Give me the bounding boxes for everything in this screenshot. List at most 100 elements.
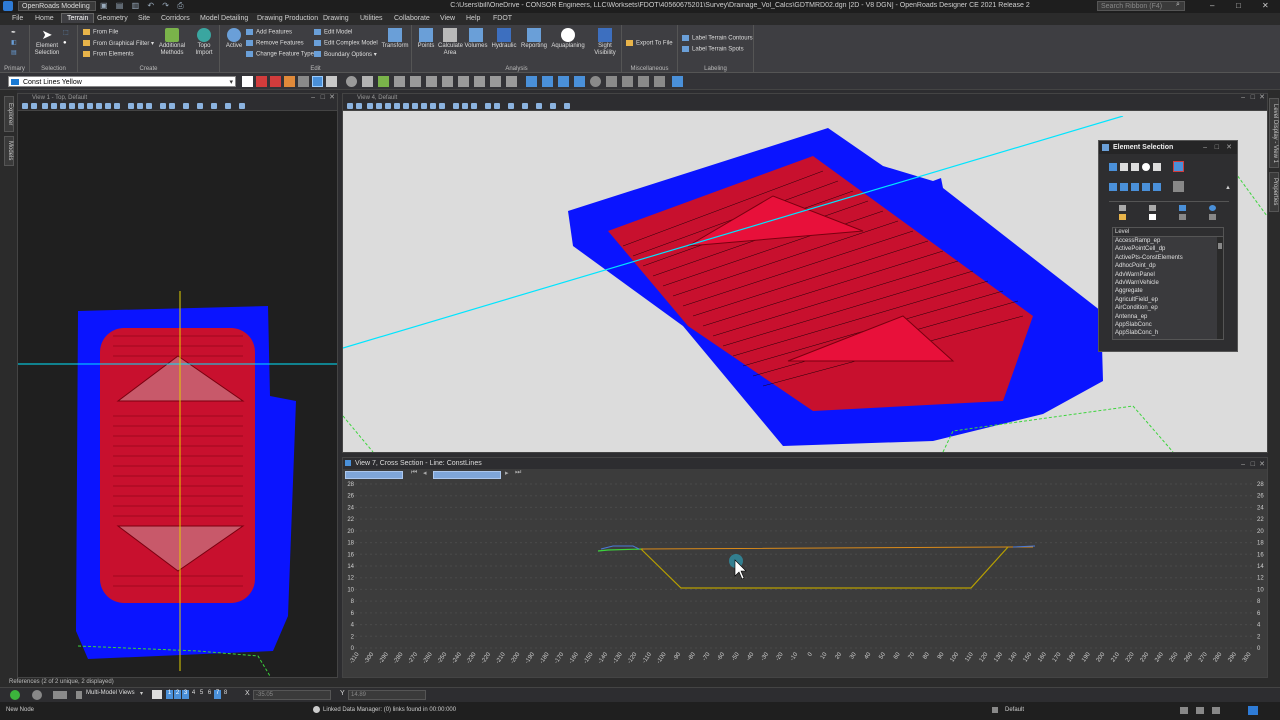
standard-views-icon[interactable] bbox=[522, 103, 528, 109]
view-attributes-icon[interactable] bbox=[347, 103, 353, 109]
first-section-icon[interactable]: ⏮ bbox=[411, 469, 417, 477]
line-color-icon[interactable] bbox=[256, 76, 267, 87]
mirror-icon[interactable] bbox=[458, 76, 469, 87]
level-icon[interactable]: ▤ bbox=[11, 49, 17, 56]
list-item[interactable]: AdvWarnVehicle bbox=[1113, 279, 1223, 287]
camera-icon[interactable] bbox=[160, 103, 166, 109]
last-section-icon[interactable]: ⏭ bbox=[515, 469, 521, 477]
display-style-icon[interactable] bbox=[356, 103, 362, 109]
view-2-button[interactable]: 2 bbox=[174, 690, 181, 699]
from-graphical-filter-button[interactable]: From Graphical Filter ▾ bbox=[83, 40, 154, 47]
properties-tab[interactable]: Properties bbox=[1269, 172, 1279, 212]
tab-collaborate[interactable]: Collaborate bbox=[394, 15, 430, 22]
fit-view-icon[interactable] bbox=[403, 103, 409, 109]
level-dropdown[interactable]: Const Lines Yellow ▾ bbox=[8, 76, 236, 87]
circle-select-icon[interactable]: ● bbox=[63, 40, 67, 46]
search-icon[interactable]: ⌕ bbox=[1176, 1, 1180, 9]
tab-site[interactable]: Site bbox=[138, 15, 150, 22]
zoom-in-icon[interactable] bbox=[51, 103, 57, 109]
level-display-tab[interactable]: Level Display - View 1 bbox=[1269, 98, 1279, 168]
dialog-close-icon[interactable]: ✕ bbox=[1226, 141, 1232, 154]
list-item[interactable]: Aggregate bbox=[1113, 287, 1223, 295]
zoom-out-icon[interactable] bbox=[385, 103, 391, 109]
style-tab-icon[interactable] bbox=[1179, 205, 1186, 211]
view-mode-dropdown[interactable]: Multi-Model Views bbox=[86, 690, 135, 696]
station-field[interactable] bbox=[433, 471, 501, 479]
zoom-out-icon[interactable] bbox=[60, 103, 66, 109]
view-attributes-icon[interactable] bbox=[22, 103, 28, 109]
add-mode-icon[interactable] bbox=[1120, 183, 1128, 191]
walk-icon[interactable] bbox=[169, 103, 175, 109]
template-tab-icon[interactable] bbox=[1179, 214, 1186, 220]
line-select-icon[interactable] bbox=[1153, 163, 1161, 171]
level-tab-icon[interactable] bbox=[1119, 205, 1126, 211]
view-windows-icon[interactable] bbox=[152, 690, 162, 699]
list-item[interactable]: AppSlabConc_h bbox=[1113, 329, 1223, 337]
status-icon-3[interactable] bbox=[1212, 707, 1220, 714]
minimize-icon[interactable]: – bbox=[1210, 1, 1214, 10]
view-previous-icon[interactable] bbox=[430, 103, 436, 109]
display-style-icon[interactable] bbox=[31, 103, 37, 109]
cross-section-canvas[interactable]: 2826242220181614121086420 28262422201816… bbox=[343, 480, 1267, 677]
from-file-button[interactable]: From File bbox=[83, 29, 118, 36]
ribbon-search-input[interactable]: Search Ribbon (F4) bbox=[1097, 1, 1185, 11]
undo-icon[interactable] bbox=[622, 76, 633, 87]
clip-mask-icon[interactable] bbox=[146, 103, 152, 109]
view-groups-icon[interactable] bbox=[225, 103, 231, 109]
pan-view-icon[interactable] bbox=[421, 103, 427, 109]
place-smartline-icon[interactable] bbox=[312, 76, 323, 87]
type-tab-icon[interactable] bbox=[1119, 214, 1126, 220]
export-to-file-button[interactable]: Export To File bbox=[626, 40, 673, 47]
grid-icon[interactable] bbox=[606, 76, 617, 87]
rotate-view-icon[interactable] bbox=[87, 103, 93, 109]
copy-view-icon[interactable] bbox=[128, 103, 134, 109]
tab-geometry[interactable]: Geometry bbox=[97, 15, 128, 22]
level-display-icon[interactable] bbox=[672, 76, 683, 87]
rotate-icon[interactable] bbox=[426, 76, 437, 87]
invert-mode-icon[interactable] bbox=[1142, 183, 1150, 191]
list-item[interactable]: AdvWarnPanel bbox=[1113, 271, 1223, 279]
render-icon[interactable] bbox=[239, 103, 245, 109]
window-area-icon[interactable] bbox=[69, 103, 75, 109]
weight-tab-icon[interactable] bbox=[1209, 205, 1216, 211]
lighting-icon[interactable] bbox=[211, 103, 217, 109]
copy-view-icon[interactable] bbox=[453, 103, 459, 109]
edit-model-button[interactable]: Edit Model bbox=[314, 29, 352, 36]
camera-icon[interactable] bbox=[485, 103, 491, 109]
list-item[interactable]: AirCondition_ep bbox=[1113, 304, 1223, 312]
view-previous-icon[interactable] bbox=[105, 103, 111, 109]
tab-terrain[interactable]: Terrain bbox=[61, 13, 95, 23]
view-next-icon[interactable] bbox=[439, 103, 445, 109]
view-8-button[interactable]: 8 bbox=[222, 690, 229, 699]
view-6-button[interactable]: 6 bbox=[206, 690, 213, 699]
list-item[interactable]: AccessRamp_ep bbox=[1113, 237, 1223, 245]
line-style-icon[interactable] bbox=[270, 76, 281, 87]
class-tab-icon[interactable] bbox=[1149, 214, 1156, 220]
trim-icon[interactable] bbox=[490, 76, 501, 87]
view-toggle-icon[interactable] bbox=[53, 691, 67, 699]
points-button[interactable]: Points bbox=[414, 28, 438, 50]
place-circle-icon[interactable] bbox=[346, 76, 357, 87]
tab-model-detailing[interactable]: Model Detailing bbox=[200, 15, 248, 22]
tab-drawing-production[interactable]: Drawing Production bbox=[257, 15, 318, 22]
aquaplaning-button[interactable]: Aquaplaning bbox=[550, 28, 586, 50]
view-minimize-icon[interactable]: – bbox=[311, 94, 315, 102]
remove-features-button[interactable]: Remove Features bbox=[246, 40, 304, 47]
list-scrollbar[interactable] bbox=[1217, 237, 1223, 339]
list-item[interactable]: Antenna_ep bbox=[1113, 313, 1223, 321]
clip-volume-icon[interactable] bbox=[137, 103, 143, 109]
explorer-icon[interactable] bbox=[654, 76, 665, 87]
section-select-field[interactable] bbox=[345, 471, 403, 479]
label-terrain-spots-button[interactable]: Label Terrain Spots bbox=[682, 46, 744, 53]
models-tab[interactable]: Models bbox=[4, 136, 14, 166]
scale-icon[interactable] bbox=[442, 76, 453, 87]
walk-icon[interactable] bbox=[494, 103, 500, 109]
next-section-icon[interactable]: ▸ bbox=[505, 469, 509, 477]
target-icon[interactable] bbox=[590, 76, 601, 87]
move-icon[interactable] bbox=[394, 76, 405, 87]
clip-mask-icon[interactable] bbox=[471, 103, 477, 109]
deselect-icon[interactable] bbox=[1173, 181, 1184, 192]
subtract-mode-icon[interactable] bbox=[1131, 183, 1139, 191]
line-weight-icon[interactable] bbox=[284, 76, 295, 87]
tab-fdot[interactable]: FDOT bbox=[493, 15, 512, 22]
